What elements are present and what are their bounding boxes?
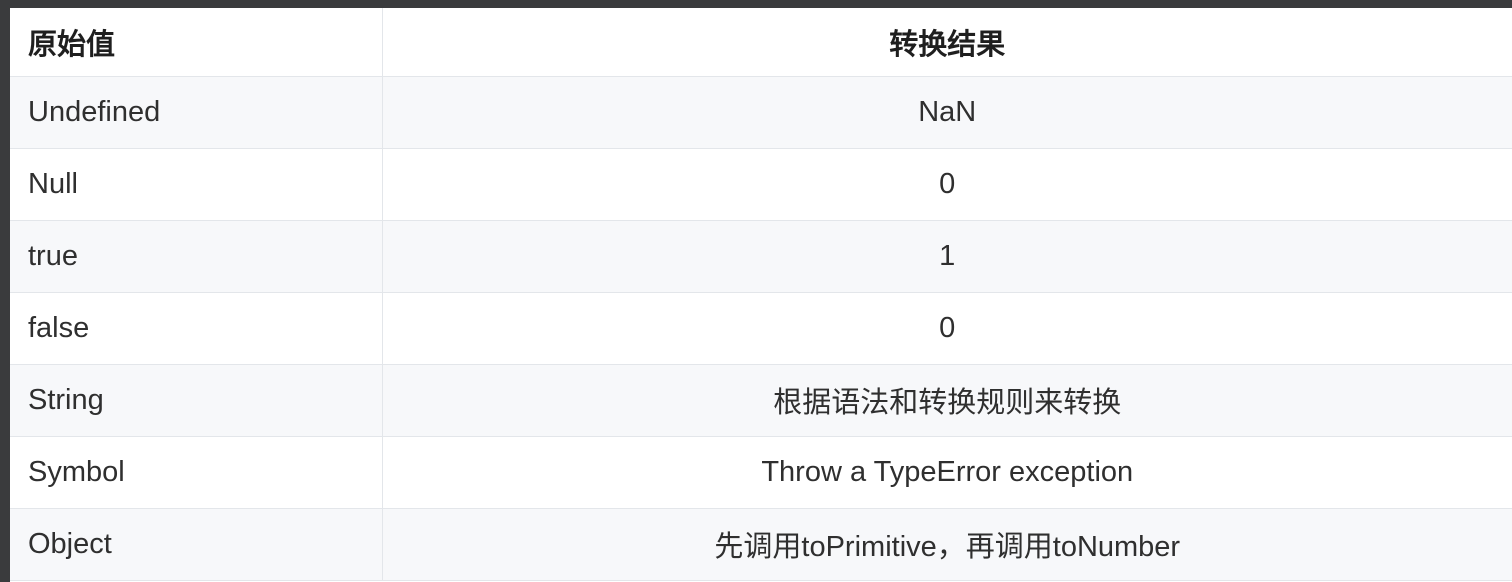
- table-row: Undefined NaN: [10, 76, 1512, 149]
- cell-conversion-result: 0: [382, 292, 1512, 365]
- table-body: Undefined NaN Null 0 true 1 false 0 Stri…: [10, 76, 1512, 581]
- table-row: String 根据语法和转换规则来转换: [10, 364, 1512, 437]
- cell-original-value: false: [10, 292, 383, 365]
- conversion-table-container: 原始值 转换结果 Undefined NaN Null 0 true 1 fal…: [10, 8, 1512, 582]
- table-header: 原始值 转换结果: [10, 8, 1512, 77]
- table-row: false 0: [10, 292, 1512, 365]
- table-row: true 1: [10, 220, 1512, 293]
- cell-original-value: Object: [10, 508, 383, 581]
- cell-original-value: String: [10, 364, 383, 437]
- cell-conversion-result: NaN: [382, 76, 1512, 149]
- cell-conversion-result: 1: [382, 220, 1512, 293]
- table-row: Symbol Throw a TypeError exception: [10, 436, 1512, 509]
- cell-conversion-result: Throw a TypeError exception: [382, 436, 1512, 509]
- conversion-table: 原始值 转换结果 Undefined NaN Null 0 true 1 fal…: [10, 8, 1512, 581]
- cell-original-value: Null: [10, 148, 383, 221]
- cell-conversion-result: 先调用toPrimitive，再调用toNumber: [382, 508, 1512, 581]
- header-original-value: 原始值: [10, 8, 383, 77]
- table-row: Object 先调用toPrimitive，再调用toNumber: [10, 508, 1512, 581]
- cell-original-value: true: [10, 220, 383, 293]
- cell-original-value: Symbol: [10, 436, 383, 509]
- screen-frame: 原始值 转换结果 Undefined NaN Null 0 true 1 fal…: [0, 0, 1512, 582]
- cell-conversion-result: 根据语法和转换规则来转换: [382, 364, 1512, 437]
- header-conversion-result: 转换结果: [382, 8, 1512, 77]
- cell-conversion-result: 0: [382, 148, 1512, 221]
- header-row: 原始值 转换结果: [10, 8, 1512, 77]
- cell-original-value: Undefined: [10, 76, 383, 149]
- table-row: Null 0: [10, 148, 1512, 221]
